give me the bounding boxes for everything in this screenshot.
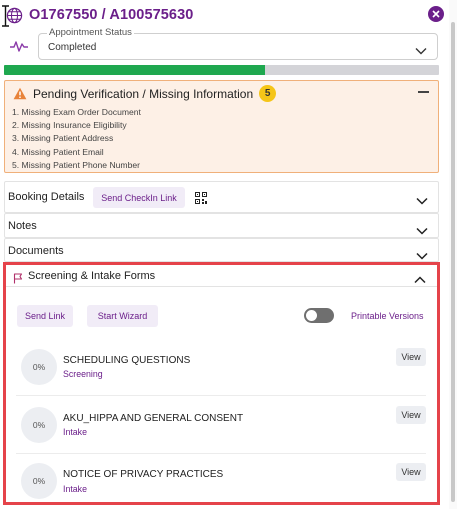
list-item: 4. Missing Patient Email bbox=[12, 146, 104, 157]
notes-label: Notes bbox=[8, 220, 37, 232]
start-wizard-button[interactable]: Start Wizard bbox=[87, 305, 158, 327]
send-link-button[interactable]: Send Link bbox=[17, 305, 73, 327]
globe-icon bbox=[6, 7, 23, 24]
list-item: 1. Missing Exam Order Document bbox=[12, 107, 141, 117]
view-form-button[interactable]: View bbox=[396, 348, 426, 366]
missing-info-title: Pending Verification / Missing Informati… bbox=[33, 86, 254, 101]
appointment-status-value: Completed bbox=[48, 42, 97, 53]
qr-code-icon[interactable] bbox=[195, 191, 207, 209]
missing-count-badge: 5 bbox=[259, 85, 277, 102]
chevron-down-icon[interactable] bbox=[416, 192, 428, 210]
progress-bar bbox=[4, 65, 439, 75]
toggle-knob bbox=[306, 310, 317, 321]
missing-info-header[interactable]: Pending Verification / Missing Informati… bbox=[13, 85, 277, 102]
booking-details-section[interactable]: Booking Details Send CheckIn Link bbox=[4, 181, 439, 213]
send-checkin-link-button[interactable]: Send CheckIn Link bbox=[93, 187, 185, 208]
pulse-icon bbox=[10, 41, 28, 52]
missing-info-list: 1. Missing Exam Order Document 2. Missin… bbox=[12, 106, 141, 172]
forms-section-title: Screening & Intake Forms bbox=[28, 270, 156, 282]
collapse-icon[interactable] bbox=[418, 91, 429, 93]
chevron-down-icon bbox=[415, 42, 427, 60]
close-icon bbox=[432, 10, 440, 18]
progress-bar-fill bbox=[4, 65, 265, 75]
close-button[interactable] bbox=[428, 6, 444, 22]
booking-details-label: Booking Details bbox=[8, 191, 85, 203]
appointment-status-select[interactable]: Appointment Status Completed bbox=[38, 27, 438, 60]
documents-label: Documents bbox=[8, 245, 64, 257]
form-progress-circle: 0% bbox=[21, 407, 57, 443]
form-type: Screening bbox=[63, 369, 103, 379]
activity-button[interactable] bbox=[5, 32, 33, 60]
header: O1767550 / A100575630 bbox=[6, 4, 448, 26]
forms-section-header[interactable]: Screening & Intake Forms bbox=[6, 265, 437, 287]
printable-versions-label: Printable Versions bbox=[351, 311, 424, 321]
form-type: Intake bbox=[63, 427, 87, 437]
warning-icon bbox=[13, 87, 27, 100]
notes-section[interactable]: Notes bbox=[4, 213, 439, 238]
form-name: SCHEDULING QUESTIONS bbox=[63, 355, 191, 366]
view-form-button[interactable]: View bbox=[396, 463, 426, 481]
form-name: NOTICE OF PRIVACY PRACTICES bbox=[63, 469, 224, 480]
order-title: O1767550 / A100575630 bbox=[29, 7, 194, 23]
form-row: 0% NOTICE OF PRIVACY PRACTICES Intake Vi… bbox=[16, 454, 426, 509]
form-progress-circle: 0% bbox=[21, 349, 57, 385]
list-item: 5. Missing Patient Phone Number bbox=[12, 159, 141, 170]
list-item: 3. Missing Patient Address bbox=[12, 133, 114, 144]
scrollbar-thumb[interactable] bbox=[451, 22, 455, 502]
documents-section[interactable]: Documents bbox=[4, 238, 439, 262]
list-item: 2. Missing Insurance Eligibility bbox=[12, 120, 127, 131]
missing-info-panel: Pending Verification / Missing Informati… bbox=[4, 80, 439, 173]
printable-versions-toggle[interactable] bbox=[304, 308, 334, 323]
appointment-status-label: Appointment Status bbox=[47, 27, 134, 38]
chevron-up-icon[interactable] bbox=[414, 271, 426, 289]
view-form-button[interactable]: View bbox=[396, 406, 426, 424]
form-row: 0% AKU_HIPPA AND GENERAL CONSENT Intake … bbox=[16, 396, 426, 454]
form-name: AKU_HIPPA AND GENERAL CONSENT bbox=[63, 413, 244, 424]
flag-icon bbox=[13, 271, 23, 289]
form-progress-circle: 0% bbox=[21, 463, 57, 499]
screening-intake-forms-section: Screening & Intake Forms Send Link Start… bbox=[3, 262, 440, 505]
form-row: 0% SCHEDULING QUESTIONS Screening View bbox=[16, 338, 426, 396]
form-type: Intake bbox=[63, 484, 87, 494]
